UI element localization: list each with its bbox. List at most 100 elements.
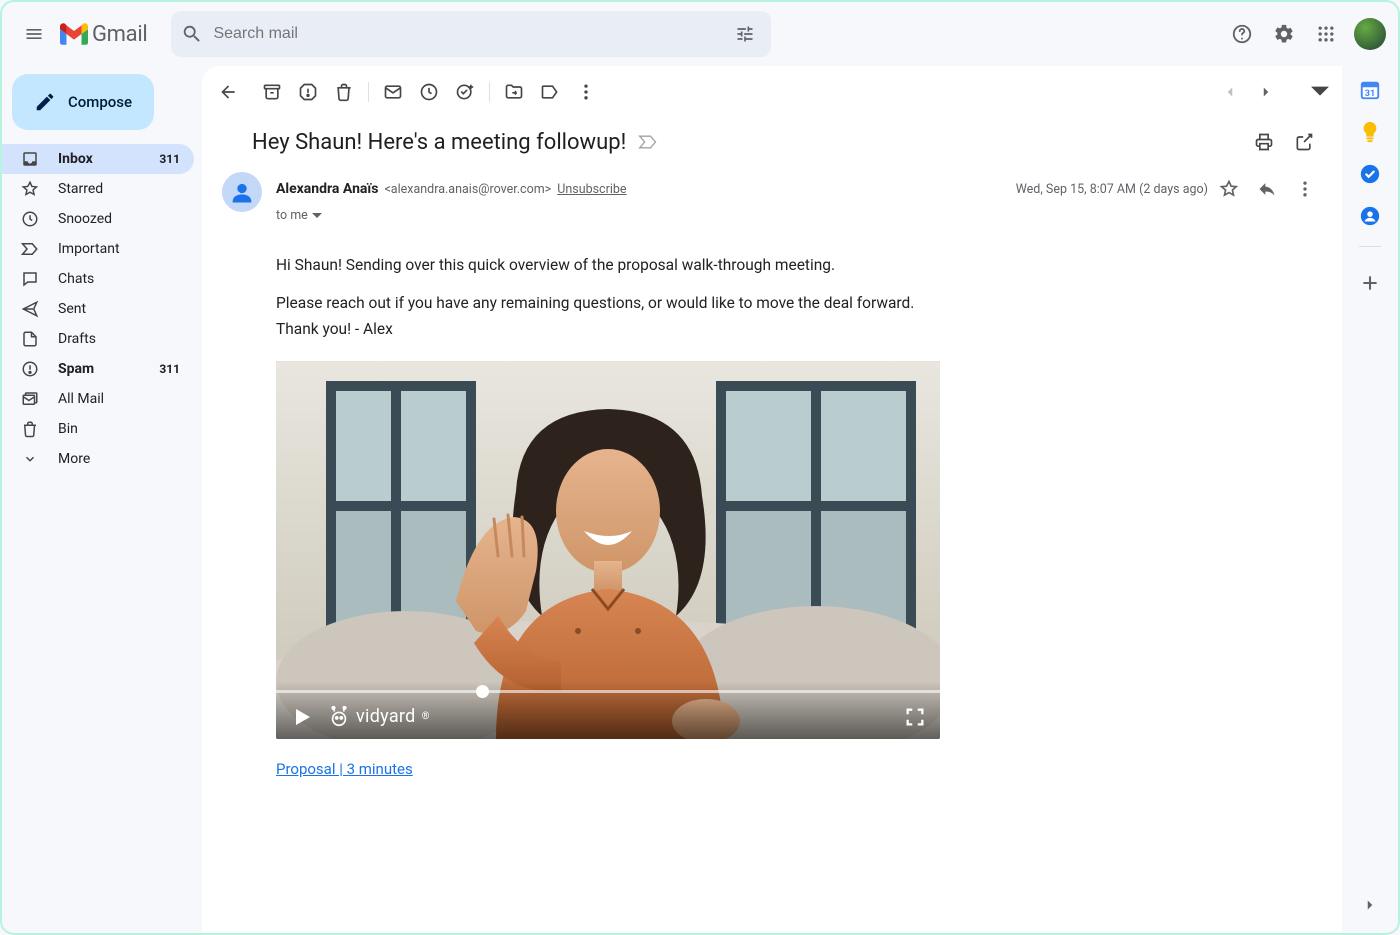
vidyard-logo: vidyard® [328, 703, 429, 731]
unsubscribe-link[interactable]: Unsubscribe [557, 182, 626, 197]
print-icon [1254, 132, 1274, 152]
input-tools-button[interactable] [1302, 74, 1338, 110]
search-options-button[interactable] [725, 14, 765, 54]
mark-unread-button[interactable] [375, 74, 411, 110]
nav-label: Important [58, 241, 120, 257]
chevron-right-icon [1257, 83, 1275, 101]
body-paragraph: Thank you! - Alex [276, 317, 1236, 341]
nav-label: More [58, 451, 90, 467]
play-icon[interactable] [290, 705, 314, 729]
important-marker[interactable] [638, 134, 658, 150]
compose-button[interactable]: Compose [12, 74, 154, 130]
nav-item-sent[interactable]: Sent [2, 294, 194, 324]
nav-item-spam[interactable]: Spam 311 [2, 354, 194, 384]
body-paragraph: Hi Shaun! Sending over this quick overvi… [276, 253, 1236, 277]
arrow-left-icon [218, 82, 238, 102]
chevron-right-icon [1361, 896, 1379, 914]
google-apps-button[interactable] [1306, 14, 1346, 54]
inbox-icon [20, 149, 40, 169]
main-menu-button[interactable] [14, 14, 54, 54]
contacts-addon[interactable] [1358, 204, 1382, 228]
keep-addon[interactable] [1358, 120, 1382, 144]
nav-label: Snoozed [58, 211, 112, 227]
tasks-addon[interactable] [1358, 162, 1382, 186]
newer-button[interactable] [1248, 74, 1284, 110]
video-embed[interactable]: vidyard® [276, 361, 940, 739]
video-progress-knob[interactable] [476, 685, 489, 698]
more-icon [20, 449, 40, 469]
move-to-button[interactable] [496, 74, 532, 110]
archive-button[interactable] [254, 74, 290, 110]
chat-icon [20, 269, 40, 289]
send-icon [20, 299, 40, 319]
folder-move-icon [504, 82, 524, 102]
star-button[interactable] [1212, 172, 1246, 206]
nav-item-inbox[interactable]: Inbox 311 [2, 144, 194, 174]
star-icon [20, 179, 40, 199]
add-task-button[interactable] [447, 74, 483, 110]
nav-list: Inbox311StarredSnoozedImportantChatsSent… [10, 144, 194, 474]
mail-icon [383, 82, 403, 102]
tune-icon [735, 24, 755, 44]
snooze-button[interactable] [411, 74, 447, 110]
spam-icon [20, 359, 40, 379]
nav-item-more[interactable]: More [2, 444, 194, 474]
nav-label: Bin [58, 421, 78, 437]
calendar-addon[interactable]: 31 [1358, 78, 1382, 102]
nav-item-starred[interactable]: Starred [2, 174, 194, 204]
video-link-row: Proposal | 3 minutes [276, 757, 1236, 781]
search-bar[interactable] [171, 11, 771, 57]
labels-button[interactable] [532, 74, 568, 110]
nav-count: 311 [159, 362, 180, 376]
chevron-left-icon [1221, 83, 1239, 101]
open-new-icon [1294, 132, 1314, 152]
video-title-link[interactable]: Proposal | 3 minutes [276, 760, 413, 778]
tasks-icon [1359, 163, 1381, 185]
more-button[interactable] [568, 74, 604, 110]
report-spam-button[interactable] [290, 74, 326, 110]
compose-label: Compose [68, 93, 132, 111]
back-button[interactable] [210, 74, 246, 110]
help-icon [1231, 23, 1253, 45]
get-addons-button[interactable] [1358, 271, 1382, 295]
nav-label: All Mail [58, 391, 104, 407]
hide-side-panel-button[interactable] [1350, 885, 1390, 925]
keep-icon [1360, 121, 1380, 143]
nav-item-chats[interactable]: Chats [2, 264, 194, 294]
clock-icon [419, 82, 439, 102]
account-avatar[interactable] [1354, 18, 1386, 50]
older-button[interactable] [1212, 74, 1248, 110]
nav-item-bin[interactable]: Bin [2, 414, 194, 444]
trash-icon [334, 82, 354, 102]
message-more-button[interactable] [1288, 172, 1322, 206]
nav-item-snoozed[interactable]: Snoozed [2, 204, 194, 234]
task-add-icon [455, 82, 475, 102]
video-progress-bar[interactable] [276, 690, 940, 693]
nav-label: Spam [58, 361, 94, 377]
nav-item-all-mail[interactable]: All Mail [2, 384, 194, 414]
bin-icon [20, 419, 40, 439]
more-vert-icon [576, 82, 596, 102]
search-input[interactable] [203, 24, 725, 44]
important-chevron-icon [638, 134, 658, 150]
nav-label: Chats [58, 271, 94, 287]
nav-item-important[interactable]: Important [2, 234, 194, 264]
nav-item-drafts[interactable]: Drafts [2, 324, 194, 354]
nav-count: 311 [159, 152, 180, 166]
open-new-window-button[interactable] [1286, 124, 1322, 160]
nav-label: Drafts [58, 331, 96, 347]
sender-avatar[interactable] [222, 172, 262, 212]
search-icon [181, 23, 203, 45]
gmail-logo[interactable]: Gmail [60, 22, 147, 47]
fullscreen-icon[interactable] [904, 706, 926, 728]
settings-button[interactable] [1264, 14, 1304, 54]
apps-grid-icon [1316, 24, 1336, 44]
reply-button[interactable] [1250, 172, 1284, 206]
recipient-line[interactable]: to me [276, 208, 1322, 223]
gear-icon [1273, 23, 1295, 45]
print-button[interactable] [1246, 124, 1282, 160]
nav-label: Inbox [58, 151, 93, 167]
spam-icon [298, 82, 318, 102]
delete-button[interactable] [326, 74, 362, 110]
support-button[interactable] [1222, 14, 1262, 54]
